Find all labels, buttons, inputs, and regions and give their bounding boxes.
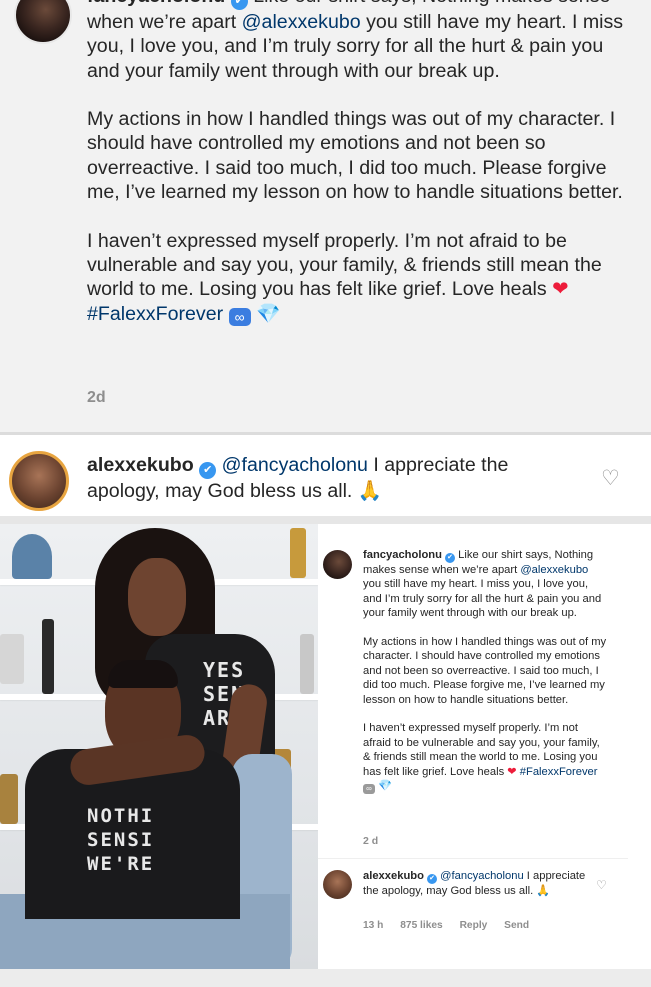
shirt-text: SENSI — [87, 829, 155, 851]
username[interactable]: alexxekubo — [363, 870, 424, 882]
trophy-icon — [0, 774, 18, 824]
mention-link[interactable]: @alexxekubo — [242, 11, 361, 33]
reply-comment: alexxekubo ✔ @fancyacholonu I appreciate… — [87, 453, 567, 503]
like-heart-icon[interactable]: ♡ — [601, 466, 620, 491]
heart-emoji-icon: ❤ — [507, 765, 517, 778]
gem-emoji-icon: 💎 — [378, 780, 393, 793]
post-caption: fancyacholonu ✔ Like our shirt says, Not… — [363, 548, 608, 808]
caption-text: I haven’t expressed myself properly. I’m… — [87, 229, 602, 301]
hashtag-link[interactable]: #FalexxForever — [520, 766, 598, 778]
shirt-text: NOTHI — [87, 805, 155, 827]
post-timestamp[interactable]: 2 d — [363, 835, 378, 847]
username[interactable]: fancyacholonu — [87, 0, 225, 7]
trophy-icon — [42, 619, 54, 694]
shirt-text: YES — [203, 658, 246, 682]
avatar[interactable] — [323, 550, 352, 579]
likes-count[interactable]: 875 likes — [400, 920, 443, 931]
divider — [0, 516, 651, 524]
trophy-icon — [290, 528, 306, 578]
pray-emoji-icon: 🙏 — [357, 480, 383, 502]
like-heart-icon[interactable]: ♡ — [596, 878, 607, 892]
infinity-emoji-icon: ∞ — [228, 307, 251, 326]
comments-panel: fancyacholonu ✔ Like our shirt says, Not… — [318, 524, 651, 969]
caption-paragraph: My actions in how I handled things was o… — [363, 636, 607, 706]
caption-text: you still have my heart. I miss you, I l… — [363, 578, 602, 620]
reply-comment: alexxekubo ✔ @fancyacholonu I appreciate… — [363, 869, 598, 898]
avatar[interactable] — [323, 870, 352, 899]
verified-badge-icon: ✔ — [230, 0, 248, 10]
mention-link[interactable]: @fancyacholonu — [222, 454, 368, 476]
comment-meta: 13 h 875 likes Reply Send — [363, 920, 543, 931]
reply-button[interactable]: Reply — [460, 920, 488, 931]
send-button[interactable]: Send — [504, 920, 529, 931]
hashtag-link[interactable]: #FalexxForever — [87, 303, 223, 325]
username[interactable]: alexxekubo — [87, 454, 194, 476]
avatar[interactable] — [9, 451, 69, 511]
comment-timestamp[interactable]: 13 h — [363, 920, 383, 931]
infinity-emoji-icon: ∞ — [363, 784, 375, 795]
zoomed-post: fancyacholonu ✔ Like our shirt says, Not… — [0, 0, 651, 432]
pray-emoji-icon: 🙏 — [536, 885, 551, 897]
post-screenshot: YES SEN ART NOTHI SENSI WE'RE fancyachol… — [0, 524, 651, 987]
post-caption: fancyacholonu ✔ Like our shirt says, Not… — [87, 0, 635, 350]
mention-link[interactable]: @fancyacholonu — [440, 870, 524, 882]
verified-badge-icon: ✔ — [445, 553, 456, 563]
trophy-icon — [300, 634, 314, 694]
caption-paragraph: My actions in how I handled things was o… — [87, 108, 623, 204]
avatar[interactable] — [14, 0, 72, 44]
woman-face — [128, 558, 186, 636]
post-photo: YES SEN ART NOTHI SENSI WE'RE — [0, 524, 318, 969]
post-timestamp[interactable]: 2d — [87, 389, 106, 407]
verified-badge-icon: ✔ — [427, 874, 438, 884]
zoomed-reply: alexxekubo ✔ @fancyacholonu I appreciate… — [0, 435, 651, 515]
gem-emoji-icon: 💎 — [256, 302, 281, 325]
bottom-edge — [0, 969, 651, 987]
shirt-text: WE'RE — [87, 853, 155, 875]
man-hair — [108, 660, 178, 688]
heart-emoji-icon: ❤ — [552, 278, 569, 301]
trophy-icon — [0, 634, 24, 684]
divider — [318, 858, 628, 859]
trophy-icon — [12, 534, 52, 579]
username[interactable]: fancyacholonu — [363, 549, 442, 561]
verified-badge-icon: ✔ — [199, 462, 217, 479]
mention-link[interactable]: @alexxekubo — [520, 564, 588, 576]
